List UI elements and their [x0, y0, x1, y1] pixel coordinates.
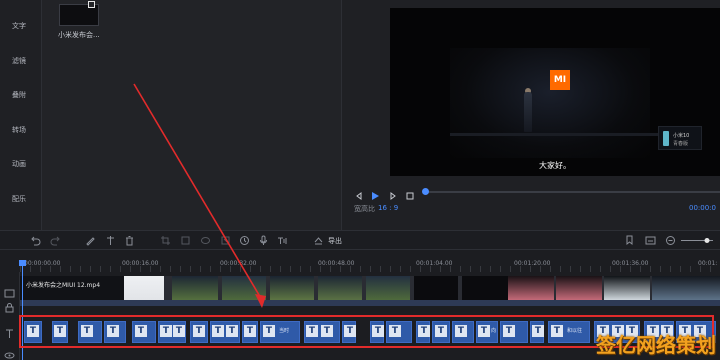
phone-image [663, 131, 669, 146]
select-checkbox[interactable] [88, 1, 95, 8]
progress-track[interactable] [424, 191, 720, 193]
mi-logo: MI [550, 70, 570, 90]
phone-card-subtitle: 青春版 [673, 141, 689, 147]
undo-icon[interactable] [30, 235, 41, 246]
sidebar-item-overlay[interactable]: 叠附 [0, 90, 38, 100]
sidebar-item-label: 配乐 [12, 195, 26, 203]
time-readout: 00:00:0 [689, 204, 716, 212]
freeze-icon[interactable] [180, 235, 191, 246]
zoom-out-icon[interactable] [665, 235, 676, 246]
edit-toolbar: 导出 [0, 230, 720, 250]
stop-icon[interactable] [405, 186, 415, 200]
play-icon[interactable] [370, 186, 380, 200]
video-frame [366, 276, 410, 300]
split-icon[interactable] [105, 235, 116, 246]
presenter [524, 92, 532, 132]
pen-icon[interactable] [85, 235, 96, 246]
progress-knob[interactable] [422, 188, 429, 195]
media-item-name: 小米发布会... [58, 31, 100, 39]
phone-card-title: 小米10 [673, 133, 690, 139]
stage-floor [450, 133, 660, 136]
subtitle-icon[interactable] [645, 235, 656, 246]
aspect-ratio-value[interactable]: 16 : 9 [378, 204, 398, 212]
video-frame [508, 276, 554, 300]
audio-waveform-strip [20, 300, 720, 306]
sidebar-item-music[interactable]: 配乐 [0, 194, 38, 204]
crop-icon[interactable] [160, 235, 171, 246]
video-frame [556, 276, 602, 300]
stage-background [450, 48, 650, 158]
ruler-ticks [20, 266, 720, 272]
video-frame [270, 276, 314, 300]
sidebar-item-label: 叠附 [12, 91, 26, 99]
text-to-speech-icon[interactable] [277, 235, 288, 246]
sidebar-item-label: 动画 [12, 160, 26, 168]
marker-icon[interactable] [624, 235, 635, 246]
time-icon[interactable] [239, 235, 250, 246]
next-frame-icon[interactable] [388, 186, 398, 200]
video-track[interactable]: 小米发布会之MIUI 12.mp4 [20, 276, 720, 300]
sidebar-item-text[interactable]: 文字 [0, 21, 38, 31]
watermark: 签亿网络策划 [596, 333, 716, 357]
video-frame [172, 276, 218, 300]
preview-panel: MI 小米10 青春版 大家好。 宽高比 16 : 9 00:00:0 [342, 0, 720, 230]
video-frame [124, 276, 164, 300]
player-controls [354, 186, 720, 200]
media-library: 小米发布会... [42, 0, 342, 230]
video-preview: MI 小米10 青春版 大家好。 [390, 8, 720, 176]
lock-track-icon[interactable] [4, 298, 15, 313]
phone-card: 小米10 青春版 [658, 126, 702, 150]
sidebar-item-animation[interactable]: 动画 [0, 159, 38, 169]
video-frame [604, 276, 650, 300]
video-clip-name: 小米发布会之MIUI 12.mp4 [26, 282, 101, 289]
redo-icon[interactable] [50, 235, 61, 246]
video-frame [652, 276, 720, 300]
text-track-icon[interactable] [4, 324, 15, 338]
aspect-ratio-label: 宽高比 [354, 205, 375, 213]
video-frame [414, 276, 458, 300]
video-track-icon[interactable] [4, 284, 15, 298]
sidebar-item-label: 文字 [12, 22, 26, 30]
video-frame [222, 276, 266, 300]
sidebar-item-transition[interactable]: 转场 [0, 125, 38, 135]
sidebar: 文字 滤镜 叠附 转场 动画 配乐 [0, 0, 42, 230]
export-icon[interactable] [313, 235, 324, 246]
speed-icon[interactable] [220, 235, 231, 246]
export-button[interactable]: 导出 [328, 236, 342, 246]
prev-frame-icon[interactable] [354, 186, 364, 200]
track-gutter [0, 272, 20, 360]
subtitle-caption: 大家好。 [539, 161, 571, 170]
video-frame [462, 276, 508, 300]
timeline-ruler[interactable]: 00:00:00.00 00:00:16.00 00:00:32.00 00:0… [20, 252, 720, 272]
mic-icon[interactable] [258, 235, 269, 246]
sidebar-item-label: 滤镜 [12, 57, 26, 65]
sidebar-item-filter[interactable]: 滤镜 [0, 56, 38, 66]
sidebar-item-label: 转场 [12, 126, 26, 134]
video-frame [318, 276, 362, 300]
eye-icon[interactable] [4, 346, 15, 359]
mosaic-icon[interactable] [200, 235, 211, 246]
delete-icon[interactable] [124, 235, 135, 246]
zoom-slider[interactable] [680, 235, 714, 246]
